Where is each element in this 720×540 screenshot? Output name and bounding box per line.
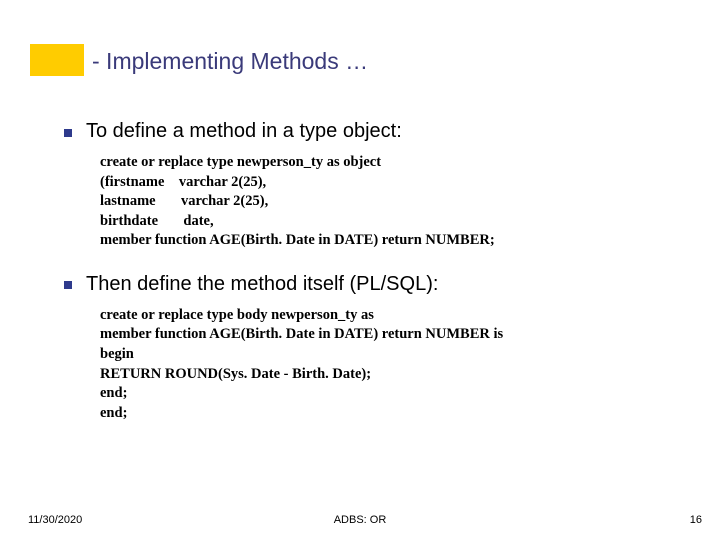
section-2-code: create or replace type body newperson_ty… xyxy=(100,306,664,423)
section-1-header: To define a method in a type object: xyxy=(64,120,664,143)
footer-center: ADBS: OR xyxy=(0,514,720,526)
slide-content: To define a method in a type object: cre… xyxy=(64,120,664,445)
footer-page-number: 16 xyxy=(690,514,702,526)
section-1: To define a method in a type object: cre… xyxy=(64,120,664,251)
section-1-heading-text: To define a method in a type object: xyxy=(86,120,402,143)
section-2-header: Then define the method itself (PL/SQL): xyxy=(64,273,664,296)
bullet-square-icon xyxy=(64,129,72,137)
slide-title: - Implementing Methods … xyxy=(92,48,368,75)
section-2-heading-text: Then define the method itself (PL/SQL): xyxy=(86,273,438,296)
section-2: Then define the method itself (PL/SQL): … xyxy=(64,273,664,423)
title-accent-block xyxy=(30,44,84,76)
bullet-square-icon xyxy=(64,281,72,289)
section-1-code: create or replace type newperson_ty as o… xyxy=(100,153,664,251)
